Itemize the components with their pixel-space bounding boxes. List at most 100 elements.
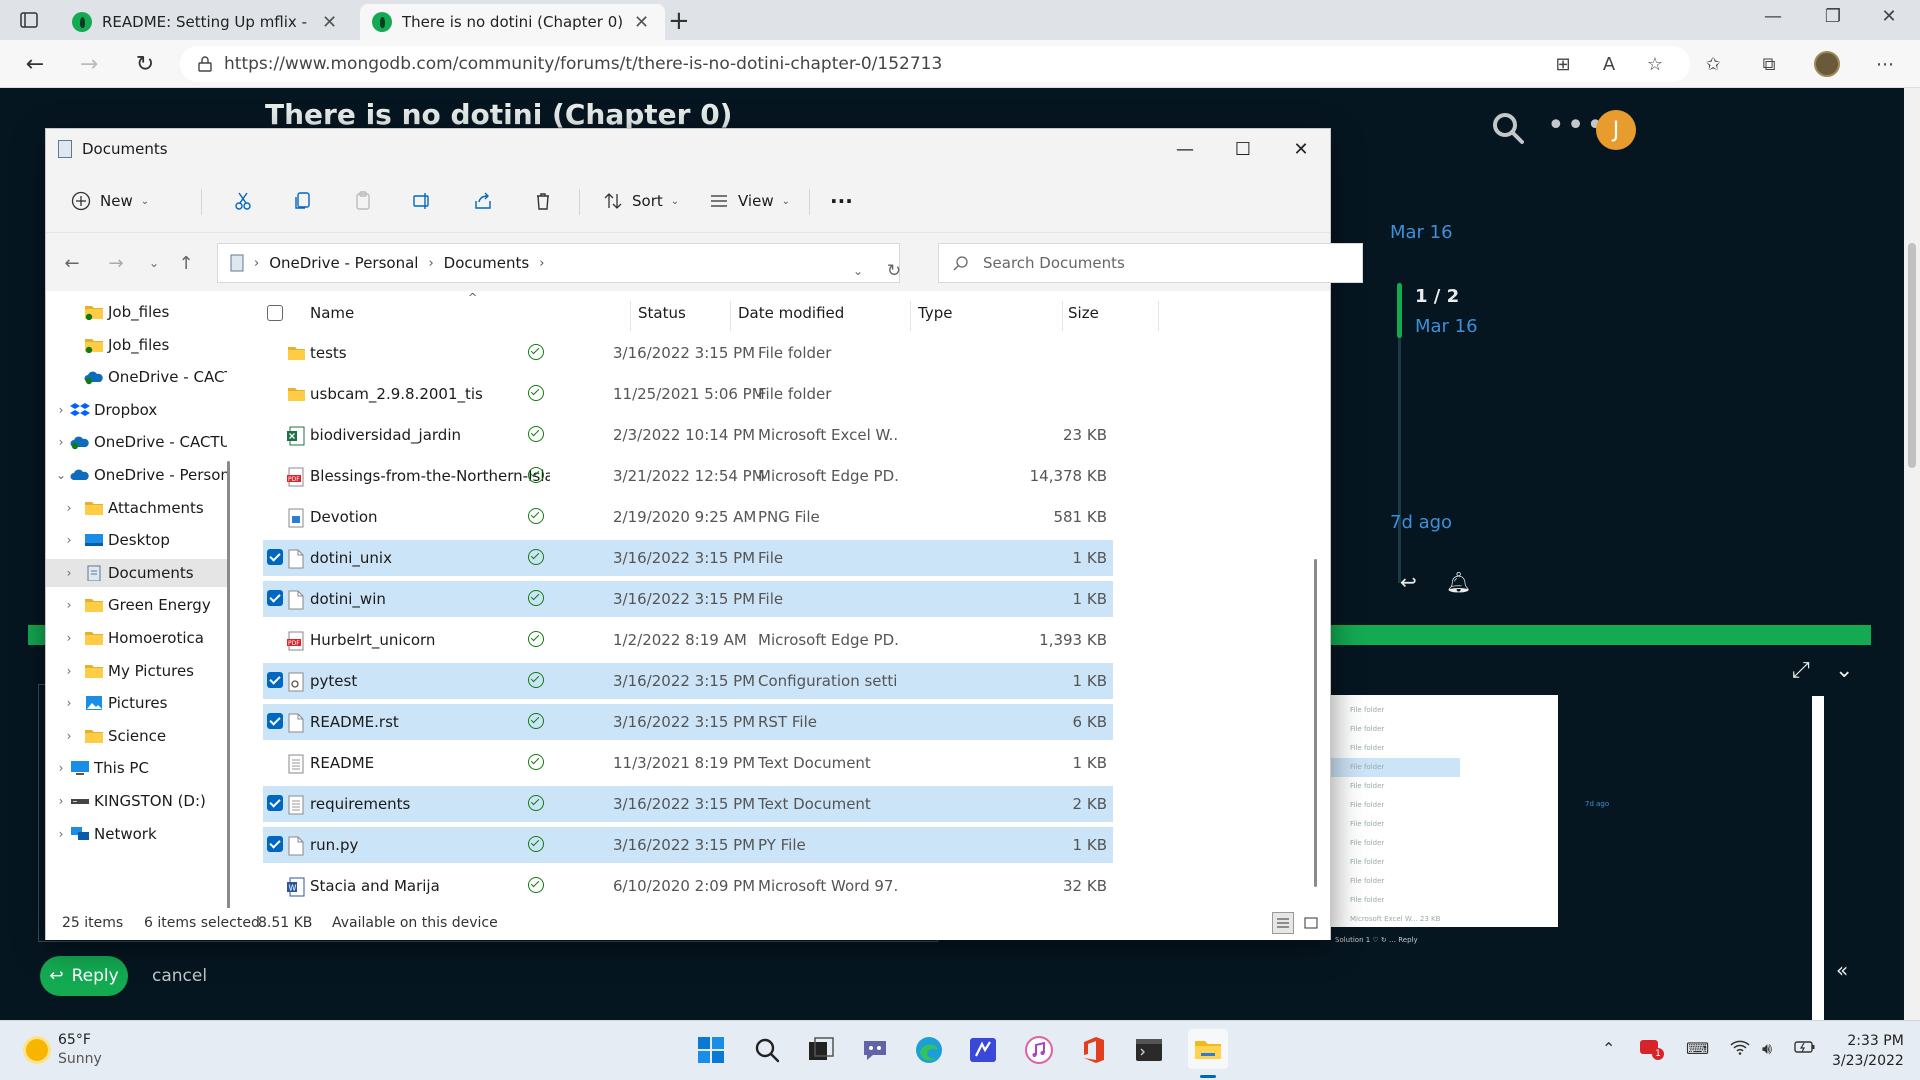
nav-item-job-files[interactable]: Job_files [46, 331, 232, 359]
file-row[interactable]: tests 3/16/2022 3:15 PM File folder [263, 335, 1113, 371]
nav-item-network[interactable]: › Network [46, 820, 232, 848]
chevron-right-icon[interactable]: › [54, 435, 68, 449]
new-button[interactable]: New ⌄ [70, 185, 149, 217]
chevron-right-icon[interactable]: › [54, 761, 68, 775]
column-header-size[interactable]: Size [1068, 291, 1099, 335]
page-scrollbar-thumb[interactable] [1908, 243, 1916, 468]
sort-button[interactable]: Sort ⌄ [602, 185, 679, 217]
show-hidden-icons-button[interactable]: ⌃ [1602, 1039, 1615, 1058]
column-divider[interactable] [1158, 301, 1159, 331]
chevron-right-icon[interactable]: › [62, 533, 76, 547]
file-row[interactable]: dotini_unix 3/16/2022 3:15 PM File 1 KB [263, 540, 1113, 576]
chevron-right-icon[interactable]: › [62, 729, 76, 743]
minimize-button[interactable]: — [1156, 131, 1214, 167]
cancel-link[interactable]: cancel [152, 966, 207, 986]
browser-tab-1[interactable]: There is no dotini (Chapter 0) - MongoDB… [360, 4, 665, 40]
notification-bell-icon[interactable]: 🔔︎ [1446, 570, 1471, 594]
chevron-right-icon[interactable]: › [62, 664, 76, 678]
search-icon[interactable] [1490, 110, 1526, 146]
up-button[interactable]: ↑ [174, 251, 198, 275]
file-row[interactable]: biodiversidad_jardin 2/3/2022 10:14 PM Mic… [263, 417, 1113, 453]
explorer-title-bar[interactable]: Documents [46, 129, 1330, 169]
column-divider[interactable] [910, 301, 911, 331]
nav-item-job-files[interactable]: Job_files [46, 298, 232, 326]
share-button[interactable] [472, 185, 494, 217]
checkbox-checked[interactable] [267, 836, 283, 852]
expand-composer-icon[interactable]: ⤢ [1792, 658, 1810, 683]
file-row[interactable]: W Stacia and Marija 6/10/2020 2:09 PM Micro… [263, 868, 1113, 904]
checkbox-checked[interactable] [267, 795, 283, 811]
column-header-name[interactable]: Name [310, 291, 354, 335]
select-all-checkbox[interactable] [267, 291, 283, 335]
file-explorer-taskbar-button[interactable] [1188, 1029, 1228, 1069]
nav-item-documents[interactable]: › Documents [46, 558, 232, 587]
refresh-button[interactable]: ↻ [128, 48, 162, 80]
collections-icon[interactable]: ⧉ [1756, 52, 1782, 76]
system-clock[interactable]: 2:33 PM 3/23/2022 [1832, 1031, 1904, 1071]
checkbox-checked[interactable] [267, 672, 283, 688]
file-row[interactable]: PDF Blessings-from-the-Northern-Island(V.… [263, 458, 1113, 494]
timeline-end-date[interactable]: 7d ago [1390, 512, 1452, 533]
file-row[interactable]: requirements 3/16/2022 3:15 PM Text Docume… [263, 786, 1113, 822]
office-button[interactable] [1077, 1033, 1111, 1067]
details-view-button[interactable] [1272, 912, 1294, 934]
chevron-down-icon[interactable]: ⌄ [54, 468, 68, 482]
paste-button[interactable] [352, 185, 374, 217]
file-row[interactable]: dotini_win 3/16/2022 3:15 PM File 1 KB [263, 581, 1113, 617]
cut-button[interactable] [232, 185, 254, 217]
tray-app-icon[interactable]: 1 [1640, 1039, 1664, 1060]
favorites-icon[interactable]: ✩ [1700, 52, 1726, 76]
weather-widget[interactable]: 65°F Sunny [26, 1031, 102, 1069]
edge-browser-button[interactable] [912, 1033, 946, 1067]
reply-button[interactable]: ↩ Reply [40, 956, 128, 996]
recent-locations-button[interactable]: ⌄ [142, 251, 166, 275]
file-row[interactable]: README.rst 3/16/2022 3:15 PM RST File 6 KB [263, 704, 1113, 740]
tiles-view-button[interactable] [1300, 912, 1322, 934]
refresh-button[interactable]: ↻ [882, 259, 906, 283]
back-button[interactable]: ← [60, 251, 84, 275]
teams-chat-button[interactable] [858, 1033, 892, 1067]
column-header-status[interactable]: Status [638, 291, 686, 335]
delete-button[interactable] [532, 185, 554, 217]
nav-item-onedrive-cactus[interactable]: OneDrive - CACTUS [46, 363, 232, 391]
tab-actions-button[interactable] [14, 8, 44, 32]
forward-button[interactable]: → [72, 48, 106, 80]
chevron-right-icon[interactable]: › [62, 566, 76, 580]
chevron-right-icon[interactable]: › [62, 598, 76, 612]
preview-scrollbar[interactable] [1812, 696, 1824, 1020]
reply-arrow-icon[interactable]: ↩ [1400, 570, 1417, 594]
nav-item-homoerotica[interactable]: › Homoerotica [46, 624, 232, 652]
checkbox-checked[interactable] [267, 713, 283, 729]
battery-icon[interactable] [1794, 1039, 1816, 1058]
breadcrumb-onedrive[interactable]: OneDrive - Personal [269, 254, 418, 272]
address-breadcrumb[interactable]: › OneDrive - Personal › Documents › [217, 243, 900, 283]
nav-item-pictures[interactable]: › Pictures [46, 689, 232, 717]
nav-item-dropbox[interactable]: › Dropbox [46, 396, 232, 424]
minimize-browser-button[interactable]: — [1750, 6, 1796, 27]
close-tab-icon[interactable]: ✕ [322, 12, 337, 33]
checkbox-checked[interactable] [267, 590, 283, 606]
search-taskbar-button[interactable] [750, 1033, 784, 1067]
visual-studio-button[interactable] [966, 1033, 1000, 1067]
column-divider[interactable] [1062, 301, 1063, 331]
checkbox-unchecked[interactable] [267, 305, 283, 321]
url-field[interactable]: https://www.mongodb.com/community/forums… [180, 46, 1690, 82]
chevron-right-icon[interactable]: › [62, 696, 76, 710]
restore-browser-button[interactable]: ❐ [1810, 6, 1856, 27]
see-more-button[interactable]: ··· [830, 185, 853, 217]
file-row[interactable]: Devotion 2/19/2020 9:25 AM PNG File 581 KB [263, 499, 1113, 535]
collapse-preview-icon[interactable]: « [1836, 958, 1848, 982]
back-button[interactable]: ← [18, 48, 52, 80]
chevron-right-icon[interactable]: › [54, 827, 68, 841]
column-header-date-modified[interactable]: Date modified [738, 291, 844, 335]
terminal-button[interactable] [1132, 1033, 1166, 1067]
timeline-start-date[interactable]: Mar 16 [1390, 222, 1453, 243]
close-tab-icon[interactable]: ✕ [634, 12, 649, 33]
nav-item-attachments[interactable]: › Attachments [46, 494, 232, 522]
nav-item-science[interactable]: › Science [46, 722, 232, 750]
user-avatar[interactable]: J [1596, 110, 1636, 150]
chevron-right-icon[interactable]: › [62, 501, 76, 515]
view-button[interactable]: View ⌄ [708, 185, 790, 217]
checkbox-checked[interactable] [267, 549, 283, 565]
file-row[interactable]: run.py 3/16/2022 3:15 PM PY File 1 KB [263, 827, 1113, 863]
